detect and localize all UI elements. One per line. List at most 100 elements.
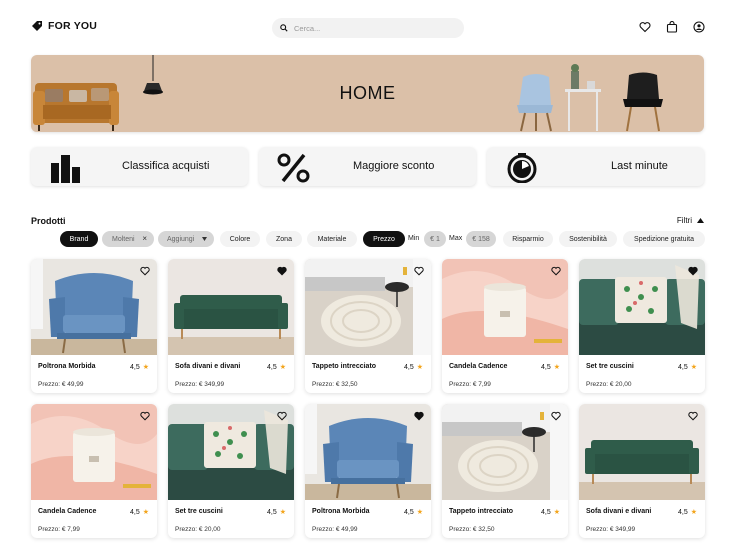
user-icon[interactable] xyxy=(693,21,705,33)
product-name: Poltrona Morbida xyxy=(312,508,370,515)
search-icon xyxy=(280,24,288,32)
brand-name: FOR YOU xyxy=(48,20,98,32)
product-card[interactable]: Candela Cadence 4,5 ★ Prezzo: € 7,99 xyxy=(31,404,157,538)
rating-value: 4,5 xyxy=(266,363,277,371)
product-image[interactable] xyxy=(442,259,568,355)
product-card[interactable]: Poltrona Morbida 4,5 ★ Prezzo: € 49,99 xyxy=(305,404,431,538)
star-icon: ★ xyxy=(416,364,423,371)
product-card[interactable]: Set tre cuscini 4,5 ★ Prezzo: € 20,00 xyxy=(168,404,294,538)
caret-up-icon xyxy=(697,218,704,223)
rating-value: 4,5 xyxy=(129,508,140,516)
star-icon: ★ xyxy=(553,364,560,371)
favorite-heart-icon[interactable] xyxy=(277,266,287,276)
product-image[interactable] xyxy=(168,259,294,355)
product-image[interactable] xyxy=(31,259,157,355)
star-icon: ★ xyxy=(142,509,149,516)
remove-icon[interactable]: × xyxy=(142,234,147,243)
product-name: Candela Cadence xyxy=(38,508,97,515)
product-rating: 4,5 ★ xyxy=(677,363,697,372)
products-heading: Prodotti xyxy=(31,216,66,226)
percent-icon xyxy=(277,153,310,183)
product-card[interactable]: Tappeto intrecciato 4,5 ★ Prezzo: € 32,50 xyxy=(305,259,431,393)
rating-value: 4,5 xyxy=(266,508,277,516)
rating-value: 4,5 xyxy=(403,508,414,516)
filter-brand[interactable]: Brand xyxy=(60,231,98,247)
product-card[interactable]: Candela Cadence 4,5 ★ Prezzo: € 7,99 xyxy=(442,259,568,393)
star-icon: ★ xyxy=(690,364,697,371)
product-name: Set tre cuscini xyxy=(175,508,223,515)
bar-chart-icon xyxy=(51,155,80,183)
product-card[interactable]: Sofa divani e divani 4,5 ★ Prezzo: € 349,99 xyxy=(168,259,294,393)
filter-prezzo[interactable]: Prezzo xyxy=(363,231,405,247)
filter-add-dropdown[interactable]: Aggiungi xyxy=(158,231,214,247)
filters-label: Filtri xyxy=(676,216,692,225)
favorite-heart-icon[interactable] xyxy=(414,266,424,276)
filter-spedizione[interactable]: Spedizione gratuita xyxy=(623,231,705,247)
favorite-heart-icon[interactable] xyxy=(688,411,698,421)
category-classifica[interactable]: Classifica acquisti xyxy=(31,147,248,186)
favorite-heart-icon[interactable] xyxy=(688,266,698,276)
category-last-minute[interactable]: Last minute xyxy=(487,147,704,186)
favorite-heart-icon[interactable] xyxy=(140,411,150,421)
rating-value: 4,5 xyxy=(540,508,551,516)
filter-colore[interactable]: Colore xyxy=(220,231,260,247)
product-price: Prezzo: € 32,50 xyxy=(449,526,495,533)
product-card[interactable]: Tappeto intrecciato 4,5 ★ Prezzo: € 32,50 xyxy=(442,404,568,538)
filter-materiale[interactable]: Materiale xyxy=(307,231,357,247)
favorite-heart-icon[interactable] xyxy=(551,266,561,276)
filter-risparmio[interactable]: Risparmio xyxy=(503,231,553,247)
product-rating: 4,5 ★ xyxy=(129,508,149,517)
product-name: Sofa divani e divani xyxy=(586,508,652,515)
favorite-heart-icon[interactable] xyxy=(414,411,424,421)
min-label: Min xyxy=(408,235,420,242)
max-price-input[interactable]: € 158 xyxy=(466,231,496,247)
product-image[interactable] xyxy=(579,404,705,500)
bag-icon[interactable] xyxy=(666,21,678,33)
product-name: Set tre cuscini xyxy=(586,363,634,370)
product-price: Prezzo: € 7,99 xyxy=(449,381,491,388)
category-sconto[interactable]: Maggiore sconto xyxy=(259,147,476,186)
product-image[interactable] xyxy=(305,259,431,355)
brand-logo[interactable]: FOR YOU xyxy=(31,20,97,32)
banner-title: HOME xyxy=(339,83,396,103)
home-banner[interactable]: HOME xyxy=(31,55,704,132)
filters-toggle[interactable]: Filtri xyxy=(677,216,704,225)
product-image[interactable] xyxy=(579,259,705,355)
star-icon: ★ xyxy=(416,509,423,516)
product-rating: 4,5 ★ xyxy=(266,363,286,372)
product-image[interactable] xyxy=(305,404,431,500)
product-card[interactable]: Sofa divani e divani 4,5 ★ Prezzo: € 349,99 xyxy=(579,404,705,538)
caret-down-icon xyxy=(202,237,207,241)
product-price: Prezzo: € 49,99 xyxy=(38,381,84,388)
filter-zona[interactable]: Zona xyxy=(266,231,302,247)
product-name: Sofa divani e divani xyxy=(175,363,241,370)
favorite-heart-icon[interactable] xyxy=(277,411,287,421)
product-image[interactable] xyxy=(31,404,157,500)
product-price: Prezzo: € 32,50 xyxy=(312,381,358,388)
timer-icon xyxy=(507,153,537,183)
heart-icon[interactable] xyxy=(639,21,651,33)
product-rating: 4,5 ★ xyxy=(403,508,423,517)
product-card[interactable]: Set tre cuscini 4,5 ★ Prezzo: € 20,00 xyxy=(579,259,705,393)
category-label: Classifica acquisti xyxy=(122,160,210,172)
product-rating: 4,5 ★ xyxy=(266,508,286,517)
rating-value: 4,5 xyxy=(540,363,551,371)
star-icon: ★ xyxy=(279,364,286,371)
min-price-input[interactable]: € 1 xyxy=(424,231,446,247)
search-input[interactable] xyxy=(294,23,444,33)
product-card[interactable]: Poltrona Morbida 4,5 ★ Prezzo: € 49,99 xyxy=(31,259,157,393)
product-image[interactable] xyxy=(442,404,568,500)
product-image[interactable] xyxy=(168,404,294,500)
product-name: Tappeto intrecciato xyxy=(312,363,377,370)
rating-value: 4,5 xyxy=(677,363,688,371)
product-price: Prezzo: € 349,99 xyxy=(586,526,636,533)
rating-value: 4,5 xyxy=(129,363,140,371)
favorite-heart-icon[interactable] xyxy=(551,411,561,421)
product-price: Prezzo: € 20,00 xyxy=(586,381,632,388)
product-price: Prezzo: € 49,99 xyxy=(312,526,358,533)
filter-sostenibilita[interactable]: Sostenibilità xyxy=(559,231,617,247)
search-bar[interactable] xyxy=(272,18,464,38)
filter-tag-molteni[interactable]: Molteni × xyxy=(102,231,154,247)
product-rating: 4,5 ★ xyxy=(540,363,560,372)
favorite-heart-icon[interactable] xyxy=(140,266,150,276)
